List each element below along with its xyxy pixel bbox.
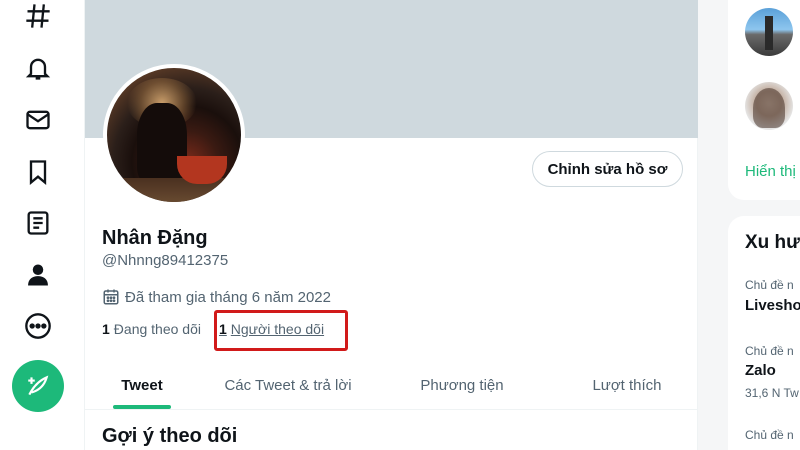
trend-tweet-count: 31,6 N Tw	[745, 386, 799, 400]
trend-name[interactable]: Zalo	[745, 362, 776, 379]
profile-icon[interactable]	[22, 259, 54, 291]
trend-name[interactable]: Livesho	[745, 297, 800, 314]
tab-tweets-and-replies[interactable]: Các Tweet & trả lời	[199, 360, 377, 410]
suggested-user-avatar[interactable]	[745, 8, 793, 56]
right-sidebar: Hiển thị Xu hư Chủ đề n Livesho Chủ đề n…	[698, 0, 800, 450]
following-count: 1	[102, 321, 110, 337]
followers-highlight-box	[214, 310, 348, 351]
compose-tweet-icon	[28, 375, 49, 396]
following-label: Đang theo dõi	[113, 321, 201, 337]
more-icon[interactable]	[22, 310, 54, 342]
profile-avatar[interactable]	[103, 64, 245, 206]
edit-profile-button[interactable]: Chỉnh sửa hồ sơ	[532, 151, 683, 187]
joined-date-text: Đã tham gia tháng 6 năm 2022	[125, 288, 331, 306]
profile-tabs: Tweet Các Tweet & trả lời Phương tiện Lư…	[85, 360, 699, 410]
who-to-follow-card: Hiển thị	[728, 0, 800, 200]
profile-name: Nhân Đặng	[102, 227, 208, 249]
following-link[interactable]: 1 Đang theo dõi	[102, 321, 201, 337]
calendar-icon	[103, 289, 119, 305]
profile-main-column: Chỉnh sửa hồ sơ Nhân Đặng @Nhnng89412375…	[84, 0, 699, 450]
tab-media[interactable]: Phương tiện	[377, 360, 547, 410]
mail-icon[interactable]	[22, 104, 54, 136]
suggested-user-avatar[interactable]	[745, 82, 793, 130]
tab-tweets[interactable]: Tweet	[85, 360, 199, 410]
bookmark-icon[interactable]	[22, 156, 54, 188]
suggestions-title: Gợi ý theo dõi	[102, 425, 238, 447]
profile-handle: @Nhnng89412375	[102, 252, 229, 269]
show-more-link[interactable]: Hiển thị	[745, 163, 796, 180]
trends-card: Xu hư Chủ đề n Livesho Chủ đề n Zalo 31,…	[728, 216, 800, 450]
active-tab-indicator	[113, 405, 171, 409]
trends-title: Xu hư	[745, 232, 800, 253]
compose-tweet-button[interactable]	[12, 360, 64, 412]
left-navigation	[0, 0, 84, 450]
bell-icon[interactable]	[22, 52, 54, 84]
trend-context: Chủ đề n	[745, 428, 794, 442]
joined-date: Đã tham gia tháng 6 năm 2022	[102, 288, 331, 306]
trend-context: Chủ đề n	[745, 278, 794, 292]
list-icon[interactable]	[22, 207, 54, 239]
hashtag-icon[interactable]	[22, 0, 54, 32]
tab-likes[interactable]: Lượt thích	[547, 360, 707, 410]
trend-context: Chủ đề n	[745, 344, 794, 358]
